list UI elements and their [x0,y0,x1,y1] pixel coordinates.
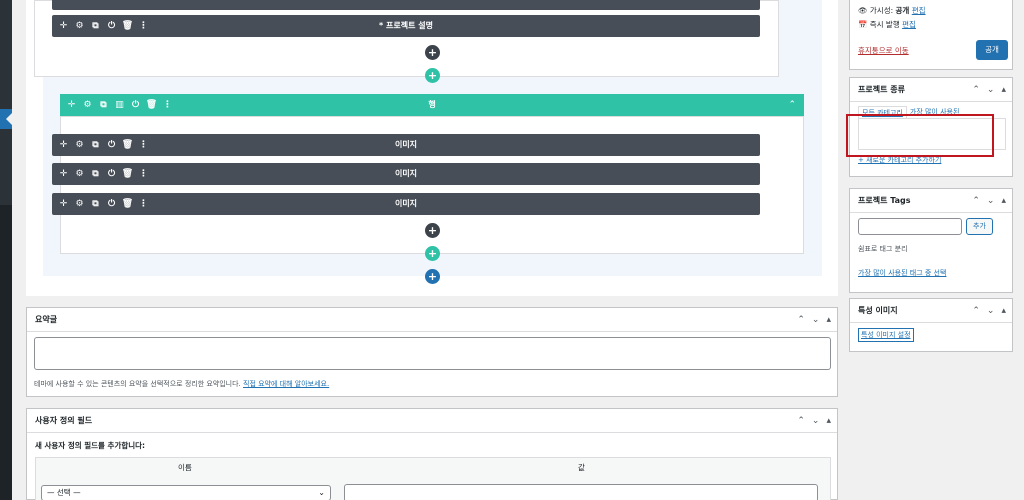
panel-title: 프로젝트 종류 [858,85,905,94]
excerpt-help-text: 테마에 사용할 수 있는 콘텐츠의 요약을 선택적으로 정리한 요약입니다. [34,380,244,388]
featured-image-panel: 특성 이미지 ⌃ ⌄ ▴ 특성 이미지 설정 [849,298,1013,352]
add-tag-button[interactable]: 추가 [966,218,993,235]
choose-tags-link[interactable]: 가장 많이 사용된 태그 중 선택 [858,268,946,278]
add-section-button[interactable]: + [425,269,440,284]
excerpt-help-link[interactable]: 직접 요약에 대해 알아보세요. [243,380,329,388]
admin-menu-arrow [6,113,12,125]
panel-header: 특성 이미지 ⌃ ⌄ ▴ [850,299,1012,323]
admin-submenu [0,0,12,205]
publish-button[interactable]: 공개 [976,40,1008,60]
move-up-icon[interactable]: ⌃ [972,299,980,323]
visibility-label: 가시성: [869,6,896,15]
builder-module-image[interactable]: ✛ ⚙ ⧉ ⏻ 🗑 ⋮ 이미지 [52,134,760,156]
custom-fields-table: 이름 값 — 선택 — ⌄ [35,457,831,500]
toggle-panel-icon[interactable]: ▴ [1001,189,1006,213]
add-module-button[interactable]: + [425,223,440,238]
panel-header: 프로젝트 종류 ⌃ ⌄ ▴ [850,78,1012,102]
builder-module-project-description[interactable]: ✛ ⚙ ⧉ ⏻ 🗑 ⋮ * 프로젝트 설명 [52,15,760,37]
set-featured-image-link[interactable]: 특성 이미지 설정 [858,328,914,342]
move-icon[interactable]: ✛ [59,0,68,2]
excerpt-panel: 요약글 ⌃ ⌄ ▴ 테마에 사용할 수 있는 콘텐츠의 요약을 선택적으로 정리… [26,307,838,397]
column-header-name: 이름 [178,463,192,472]
toggle-panel-icon[interactable]: ▴ [1001,78,1006,102]
calendar-icon: 📅 [858,20,870,29]
toggle-panel-icon[interactable]: ▴ [1001,299,1006,323]
module-title: 이미지 [394,140,418,149]
visibility-value: 공개 [895,6,910,15]
panel-header: 프로젝트 Tags ⌃ ⌄ ▴ [850,189,1012,213]
eye-icon: 👁 [858,6,870,15]
custom-fields-panel: 사용자 정의 필드 ⌃ ⌄ ▴ 새 사용자 정의 필드를 추가합니다: 이름 값… [26,408,838,500]
tag-input[interactable] [858,218,962,235]
module-title: 이미지 [394,199,418,208]
visibility-edit-link[interactable]: 편집 [912,6,926,15]
builder-row-box [34,0,779,77]
move-down-icon[interactable]: ⌄ [812,308,820,332]
schedule-row: 📅 즉시 발행 편집 [858,19,916,30]
panel-title: 사용자 정의 필드 [35,416,93,425]
schedule-label: 즉시 발행 [869,20,900,29]
move-to-trash-link[interactable]: 휴지통으로 이동 [858,45,909,56]
highlight-box [846,114,994,157]
module-title: * 프로젝트 설명 [379,21,433,30]
add-module-button[interactable]: + [425,45,440,60]
builder-module-image[interactable]: ✛ ⚙ ⧉ ⏻ 🗑 ⋮ 이미지 [52,193,760,215]
add-row-button[interactable]: + [425,246,440,261]
add-row-button[interactable]: + [425,68,440,83]
select-value: — 선택 — [47,488,81,497]
builder-module-image[interactable]: ✛ ⚙ ⧉ ⏻ 🗑 ⋮ 이미지 [52,163,760,185]
admin-menu [0,0,12,500]
builder-module-cutoff[interactable]: ✛ ⚙ [52,0,760,10]
project-tags-panel: 프로젝트 Tags ⌃ ⌄ ▴ 추가 쉼표로 태그 분리 가장 많이 사용된 태… [849,188,1013,293]
excerpt-help: 테마에 사용할 수 있는 콘텐츠의 요약을 선택적으로 정리한 요약입니다. 직… [34,379,329,389]
move-up-icon[interactable]: ⌃ [797,308,805,332]
move-down-icon[interactable]: ⌄ [987,189,995,213]
move-down-icon[interactable]: ⌄ [812,409,820,433]
row-title: 행 [428,100,436,109]
excerpt-textarea[interactable] [34,337,831,370]
move-down-icon[interactable]: ⌄ [987,299,995,323]
panel-title: 특성 이미지 [858,306,898,315]
tag-hint: 쉼표로 태그 분리 [858,245,908,253]
panel-title: 요약글 [35,315,58,324]
chevron-up-icon[interactable]: ⌃ [788,94,796,116]
move-up-icon[interactable]: ⌃ [972,78,980,102]
move-down-icon[interactable]: ⌄ [987,78,995,102]
publish-panel: 👁 가시성: 공개 편집 📅 즉시 발행 편집 휴지통으로 이동 공개 [849,0,1013,70]
custom-field-name-select[interactable]: — 선택 — ⌄ [41,485,331,500]
chevron-down-icon: ⌄ [318,488,325,497]
visibility-row: 👁 가시성: 공개 편집 [858,5,926,16]
column-header-value: 값 [578,463,585,472]
toggle-panel-icon[interactable]: ▴ [826,409,831,433]
move-up-icon[interactable]: ⌃ [797,409,805,433]
panel-header: 요약글 ⌃ ⌄ ▴ [27,308,837,332]
module-title: 이미지 [394,169,418,178]
move-up-icon[interactable]: ⌃ [972,189,980,213]
panel-header: 사용자 정의 필드 ⌃ ⌄ ▴ [27,409,837,433]
builder-row-header[interactable]: ✛ ⚙ ⧉ ▥ ⏻ 🗑 ⋮ 행 ⌃ [60,94,804,116]
panel-title: 프로젝트 Tags [858,196,911,205]
schedule-edit-link[interactable]: 편집 [902,20,916,29]
settings-icon[interactable]: ⚙ [75,0,84,2]
add-custom-field-label: 새 사용자 정의 필드를 추가합니다: [35,441,146,450]
toggle-panel-icon[interactable]: ▴ [826,308,831,332]
custom-field-value-input[interactable] [344,484,818,500]
